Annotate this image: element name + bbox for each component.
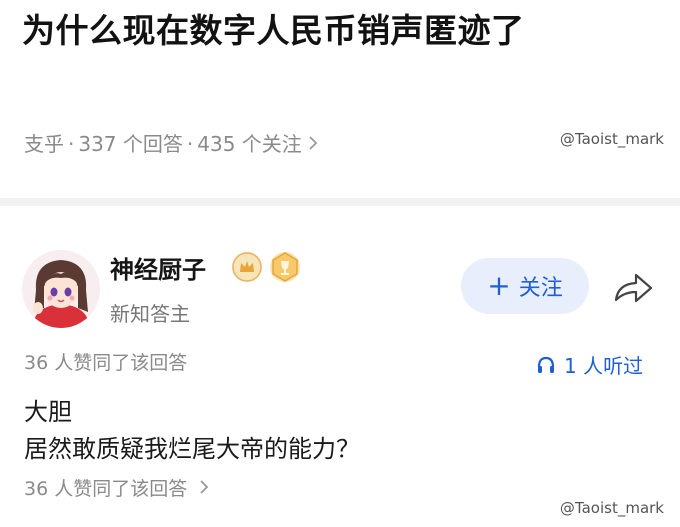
author-name[interactable]: 神经厨子 [110, 250, 206, 285]
share-icon[interactable] [610, 268, 656, 308]
chevron-right-icon [308, 132, 318, 156]
separator: · [68, 132, 75, 156]
separator: · [186, 132, 194, 156]
headphones-icon [537, 356, 555, 373]
listen-label: 1 人听过 [564, 354, 644, 378]
follow-label: 关注 [518, 276, 563, 301]
author-bio: 新知答主 [110, 302, 190, 326]
question-meta[interactable]: 支乎 · 337 个回答 · 435 个关注 [24, 128, 318, 157]
question-card: 为什么现在数字人民币销声匿迹了 支乎 · 337 个回答 · 435 个关注 @Taoi… [0, 0, 680, 198]
watermark: @Taoist_mark [559, 130, 664, 148]
answer-text-line[interactable]: 大胆 [24, 392, 72, 427]
follower-count: 435 个关注 [197, 132, 302, 156]
avatar[interactable] [22, 250, 100, 328]
answer-text-line[interactable]: 居然敢质疑我烂尾大帝的能力？ [24, 429, 360, 464]
crown-badge-icon [232, 252, 262, 282]
trophy-badge-icon [270, 252, 300, 282]
chevron-right-icon [199, 478, 209, 500]
plus-icon: + [487, 269, 511, 302]
answer-card: 神经厨子 新知答主 + 关注 36 人赞同了该回答 1 人听过 大胆 居然敢质疑… [0, 206, 680, 527]
watermark: @Taoist_mark [559, 499, 664, 517]
listen-count[interactable]: 1 人听过 [536, 350, 643, 379]
question-title[interactable]: 为什么现在数字人民币销声匿迹了 [22, 4, 525, 52]
answer-count: 337 个回答 [78, 132, 183, 156]
follow-button[interactable]: + 关注 [461, 258, 589, 314]
likes-footer-label: 36 人赞同了该回答 [24, 478, 188, 500]
source-label: 支乎 [24, 132, 64, 156]
likes-footer[interactable]: 36 人赞同了该回答 [24, 474, 209, 501]
likes-count: 36 人赞同了该回答 [24, 352, 188, 374]
